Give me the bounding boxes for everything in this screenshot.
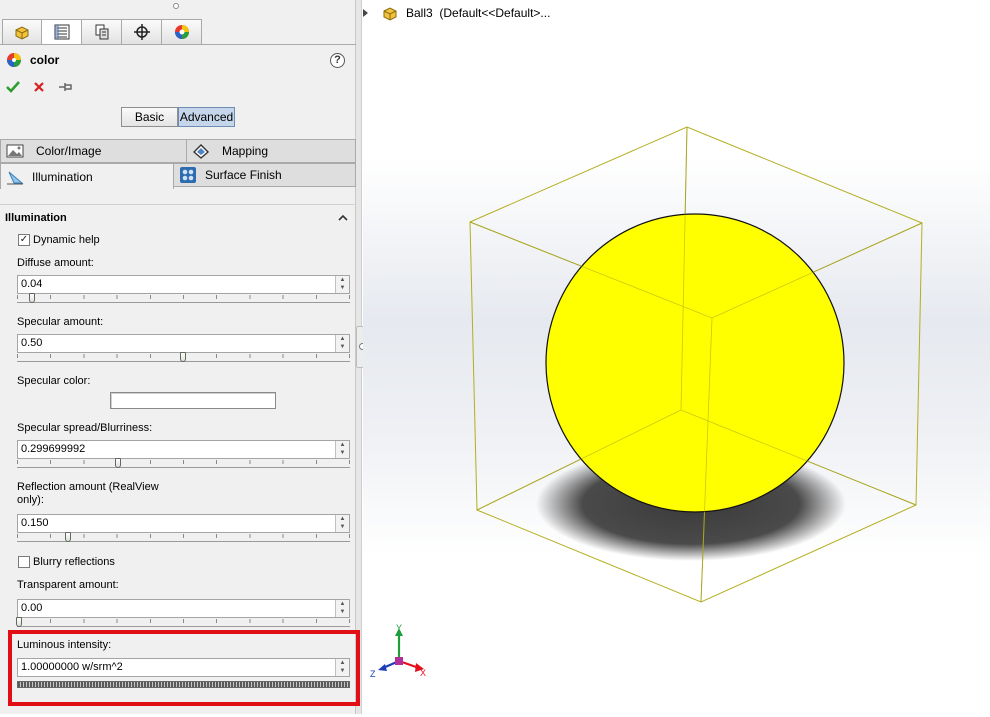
transparent-label: Transparent amount: [17,579,119,591]
reflection-slider[interactable] [17,532,350,542]
reflection-input[interactable]: 0.150 ▲ ▼ [17,514,350,533]
tab-surface-finish[interactable]: Surface Finish [173,163,356,187]
reflection-spinner[interactable]: ▲ ▼ [335,515,349,532]
chevron-up-icon[interactable] [338,213,348,223]
tab-mapping[interactable]: Mapping [186,139,356,163]
feature-header: color [6,52,59,68]
transparent-slider[interactable] [16,617,350,627]
basic-button[interactable]: Basic [121,107,178,127]
configuration-manager-icon [95,24,108,40]
illumination-icon [7,171,24,184]
dimxpert-crosshair-icon [133,24,150,40]
highlight-box [8,630,360,706]
diffuse-slider-thumb[interactable] [29,293,35,303]
panel-grip-dot[interactable] [173,3,179,9]
diffuse-value: 0.04 [21,278,43,290]
dynamic-help-checkbox[interactable]: ✓ [18,234,30,246]
tab-color-image-label: Color/Image [36,144,102,158]
tab-configuration-manager[interactable] [82,19,122,45]
tree-item-label: Ball3 (Default<<Default>... [406,6,551,20]
specular-spread-value: 0.299699992 [21,443,86,455]
checkmark-icon[interactable] [6,80,20,94]
help-button[interactable]: ? [330,53,345,68]
image-icon [6,144,24,158]
specular-slider-thumb[interactable] [180,352,186,362]
tab-illumination[interactable]: Illumination [0,163,174,189]
specular-value: 0.50 [21,337,43,349]
specular-spinner[interactable]: ▲ ▼ [335,335,349,352]
property-manager-icon [54,24,69,40]
diffuse-input[interactable]: 0.04 ▲ ▼ [17,275,350,294]
specular-spread-slider[interactable] [17,458,350,468]
color-wheel-icon [7,53,21,67]
triad-x-label: X [420,668,426,678]
manager-tabs [2,19,202,45]
tab-divider [0,44,356,45]
action-buttons [6,80,74,94]
diffuse-slider[interactable] [17,293,350,303]
section-divider [0,204,356,205]
advanced-button[interactable]: Advanced [178,107,235,127]
feature-tree-flyout[interactable]: Ball3 (Default<<Default>... [363,5,550,21]
part-icon [383,7,397,21]
tab-mapping-label: Mapping [222,144,269,158]
tab-dimxpert[interactable] [122,19,162,45]
reflection-slider-thumb[interactable] [65,532,71,542]
section-title-illumination: Illumination [5,212,67,224]
triad-z-label: Z [370,669,376,679]
tab-feature-manager[interactable] [2,19,42,45]
x-icon[interactable] [32,80,46,94]
triad-y-label: Y [396,623,402,633]
yellow-ball[interactable] [545,213,845,513]
surface-finish-icon [180,167,196,183]
property-manager-panel: color ? Basic Advanced Color/Image Mappi… [0,0,356,714]
reflection-label-line2: only): [17,494,44,506]
reflection-label: Reflection amount (RealView only): [17,481,159,507]
tab-surface-finish-label: Surface Finish [205,168,282,182]
specular-label: Specular amount: [17,316,104,328]
blurry-reflections-label: Blurry reflections [33,556,115,568]
transparent-spinner[interactable]: ▲ ▼ [335,600,349,617]
specular-spread-spinner[interactable]: ▲ ▼ [335,441,349,458]
tab-illumination-label: Illumination [32,169,93,184]
graphics-area[interactable]: Y X Z [363,0,990,714]
specular-color-swatch[interactable] [110,392,276,409]
model-view: Y X Z [370,126,923,679]
reflection-label-line1: Reflection amount (RealView [17,481,159,493]
display-manager-icon [174,25,189,39]
mapping-icon [192,144,210,159]
specular-spread-input[interactable]: 0.299699992 ▲ ▼ [17,440,350,459]
blurry-reflections-checkbox[interactable] [18,556,30,568]
pushpin-icon[interactable] [58,80,74,94]
diffuse-label: Diffuse amount: [17,257,94,269]
page-title: color [30,53,60,67]
reflection-value: 0.150 [21,517,49,529]
dynamic-help-label: Dynamic help [33,234,100,246]
tab-display-manager[interactable] [162,19,202,45]
diffuse-spinner[interactable]: ▲ ▼ [335,276,349,293]
expand-arrow-icon[interactable] [363,9,368,17]
axis-triad: Y X Z [370,623,426,679]
transparent-value: 0.00 [21,602,43,614]
tab-color-image[interactable]: Color/Image [0,139,187,163]
tab-property-manager[interactable] [42,19,82,45]
specular-color-label: Specular color: [17,375,91,387]
specular-slider[interactable] [17,352,350,362]
specular-spread-slider-thumb[interactable] [115,458,121,468]
mode-toggle: Basic Advanced [121,107,235,127]
transparent-input[interactable]: 0.00 ▲ ▼ [17,599,350,618]
specular-spread-label: Specular spread/Blurriness: [17,422,153,434]
part-feature-manager-icon [15,26,29,40]
transparent-slider-thumb[interactable] [16,617,22,627]
specular-input[interactable]: 0.50 ▲ ▼ [17,334,350,353]
